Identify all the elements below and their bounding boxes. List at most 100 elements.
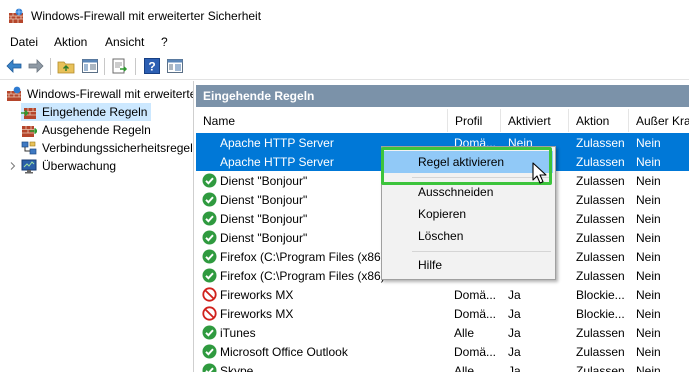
cell-override: Nein: [636, 326, 661, 340]
export-list-icon[interactable]: [111, 57, 129, 75]
cell-override: Nein: [636, 136, 661, 150]
window-title: Windows-Firewall mit erweiterter Sicherh…: [31, 9, 262, 23]
menu-aktion[interactable]: Aktion: [54, 35, 87, 49]
tree-item-eingehende-regeln[interactable]: Eingehende Regeln: [21, 103, 151, 121]
menu-item-loeschen[interactable]: Löschen: [384, 225, 553, 247]
menu-ansicht[interactable]: Ansicht: [105, 35, 144, 49]
cell-name: Skype: [220, 364, 254, 372]
table-row[interactable]: iTunes Alle Ja Zulassen Nein: [196, 323, 689, 342]
svg-text:?: ?: [148, 60, 155, 74]
console-tree-icon[interactable]: [166, 57, 184, 75]
column-aktion[interactable]: Aktion: [569, 109, 629, 132]
cell-override: Nein: [636, 174, 661, 188]
outbound-rules-icon: [22, 126, 37, 137]
cell-name: Fireworks MX: [220, 307, 294, 321]
cell-action: Zulassen: [576, 231, 625, 245]
cell-action: Zulassen: [576, 136, 625, 150]
cell-action: Zulassen: [576, 250, 625, 264]
toolbar-separator: [104, 58, 105, 75]
cell-action: Zulassen: [576, 364, 625, 372]
cell-override: Nein: [636, 345, 661, 359]
menu-separator: [412, 251, 551, 252]
menu-item-hilfe[interactable]: Hilfe: [384, 254, 553, 276]
cell-override: Nein: [636, 193, 661, 207]
forward-arrow-icon[interactable]: [27, 57, 45, 75]
column-ausser-kraft[interactable]: Außer Kraft: [629, 109, 689, 132]
column-header: Name Profil Aktiviert Aktion Außer Kraft: [196, 109, 689, 132]
monitoring-icon: [21, 159, 37, 174]
tree-item-verbindungssicherheitsregeln[interactable]: Verbindungssicherheitsregeln: [21, 139, 194, 157]
table-row[interactable]: Fireworks MX Domä... Ja Blockie... Nein: [196, 304, 689, 323]
allow-check-icon: [202, 230, 217, 245]
cell-action: Zulassen: [576, 326, 625, 340]
title-bar: Windows-Firewall mit erweiterter Sicherh…: [0, 0, 689, 32]
cell-profile: Alle: [454, 364, 475, 372]
folder-up-icon[interactable]: [57, 57, 75, 75]
cell-enabled: Ja: [508, 307, 521, 321]
firewall-window: Windows-Firewall mit erweiterter Sicherh…: [0, 0, 689, 372]
console-tree: Windows-Firewall mit erweiterter Sicherh…: [0, 81, 194, 372]
toolbar-separator: [135, 58, 136, 75]
cell-profile: Domä...: [454, 307, 497, 321]
cell-override: Nein: [636, 231, 661, 245]
table-row[interactable]: Microsoft Office Outlook Domä... Ja Zulasse…: [196, 342, 689, 361]
allow-check-icon: [202, 173, 217, 188]
cell-action: Zulassen: [576, 174, 625, 188]
back-arrow-icon[interactable]: [5, 57, 23, 75]
mouse-cursor-icon: [532, 162, 547, 184]
menu-item-kopieren[interactable]: Kopieren: [384, 203, 553, 225]
block-icon: [202, 306, 217, 321]
cell-override: Nein: [636, 269, 661, 283]
allow-check-icon: [202, 363, 217, 372]
connection-security-icon: [21, 141, 37, 155]
cell-action: Blockie...: [576, 307, 625, 321]
tree-item-label: Verbindungssicherheitsregeln: [42, 141, 194, 155]
show-hide-tree-icon[interactable]: [81, 57, 99, 75]
column-aktiviert[interactable]: Aktiviert: [501, 109, 569, 132]
tree-root[interactable]: Windows-Firewall mit erweiterter Sicherh…: [6, 85, 193, 103]
cell-override: Nein: [636, 212, 661, 226]
cell-override: Nein: [636, 307, 661, 321]
tree-item-ueberwachung[interactable]: Überwachung: [21, 157, 193, 175]
column-profil[interactable]: Profil: [448, 109, 501, 132]
allow-check-icon: [202, 249, 217, 264]
table-row[interactable]: Fireworks MX Domä... Ja Blockie... Nein: [196, 285, 689, 304]
cell-override: Nein: [636, 155, 661, 169]
allow-check-icon: [202, 192, 217, 207]
tree-item-label: Ausgehende Regeln: [42, 123, 151, 137]
help-icon[interactable]: ?: [143, 57, 161, 75]
cell-action: Zulassen: [576, 212, 625, 226]
tree-item-label: Überwachung: [42, 159, 117, 173]
cell-name: Fireworks MX: [220, 288, 294, 302]
table-row[interactable]: Skype Alle Ja Zulassen Nein: [196, 361, 689, 372]
panel-title: Eingehende Regeln: [203, 89, 315, 103]
cell-name: iTunes: [220, 326, 256, 340]
cell-profile: Domä...: [454, 288, 497, 302]
cell-action: Zulassen: [576, 193, 625, 207]
cell-profile: Alle: [454, 326, 475, 340]
cell-action: Blockie...: [576, 288, 625, 302]
menu-help[interactable]: ?: [161, 35, 168, 49]
panel-header: Eingehende Regeln: [196, 85, 689, 107]
cell-profile: Domä...: [454, 345, 497, 359]
cell-action: Zulassen: [576, 155, 625, 169]
toolbar-separator: [50, 58, 51, 75]
firewall-brick-icon: [7, 86, 21, 101]
menu-datei[interactable]: Datei: [10, 35, 38, 49]
cell-override: Nein: [636, 288, 661, 302]
allow-check-icon: [202, 211, 217, 226]
cell-enabled: Ja: [508, 326, 521, 340]
menu-bar: Datei Aktion Ansicht ?: [0, 32, 689, 52]
allow-check-icon: [202, 325, 217, 340]
cell-override: Nein: [636, 250, 661, 264]
cell-override: Nein: [636, 364, 661, 372]
block-icon: [202, 287, 217, 302]
column-name[interactable]: Name: [196, 109, 448, 132]
cell-enabled: Ja: [508, 345, 521, 359]
tree-root-label: Windows-Firewall mit erweiterter Sicherh…: [27, 87, 193, 101]
tree-item-ausgehende-regeln[interactable]: Ausgehende Regeln: [21, 121, 193, 139]
chevron-right-icon[interactable]: [9, 162, 17, 170]
cell-name: Microsoft Office Outlook: [220, 345, 348, 359]
allow-check-icon: [202, 268, 217, 283]
firewall-brick-icon: [9, 8, 23, 23]
